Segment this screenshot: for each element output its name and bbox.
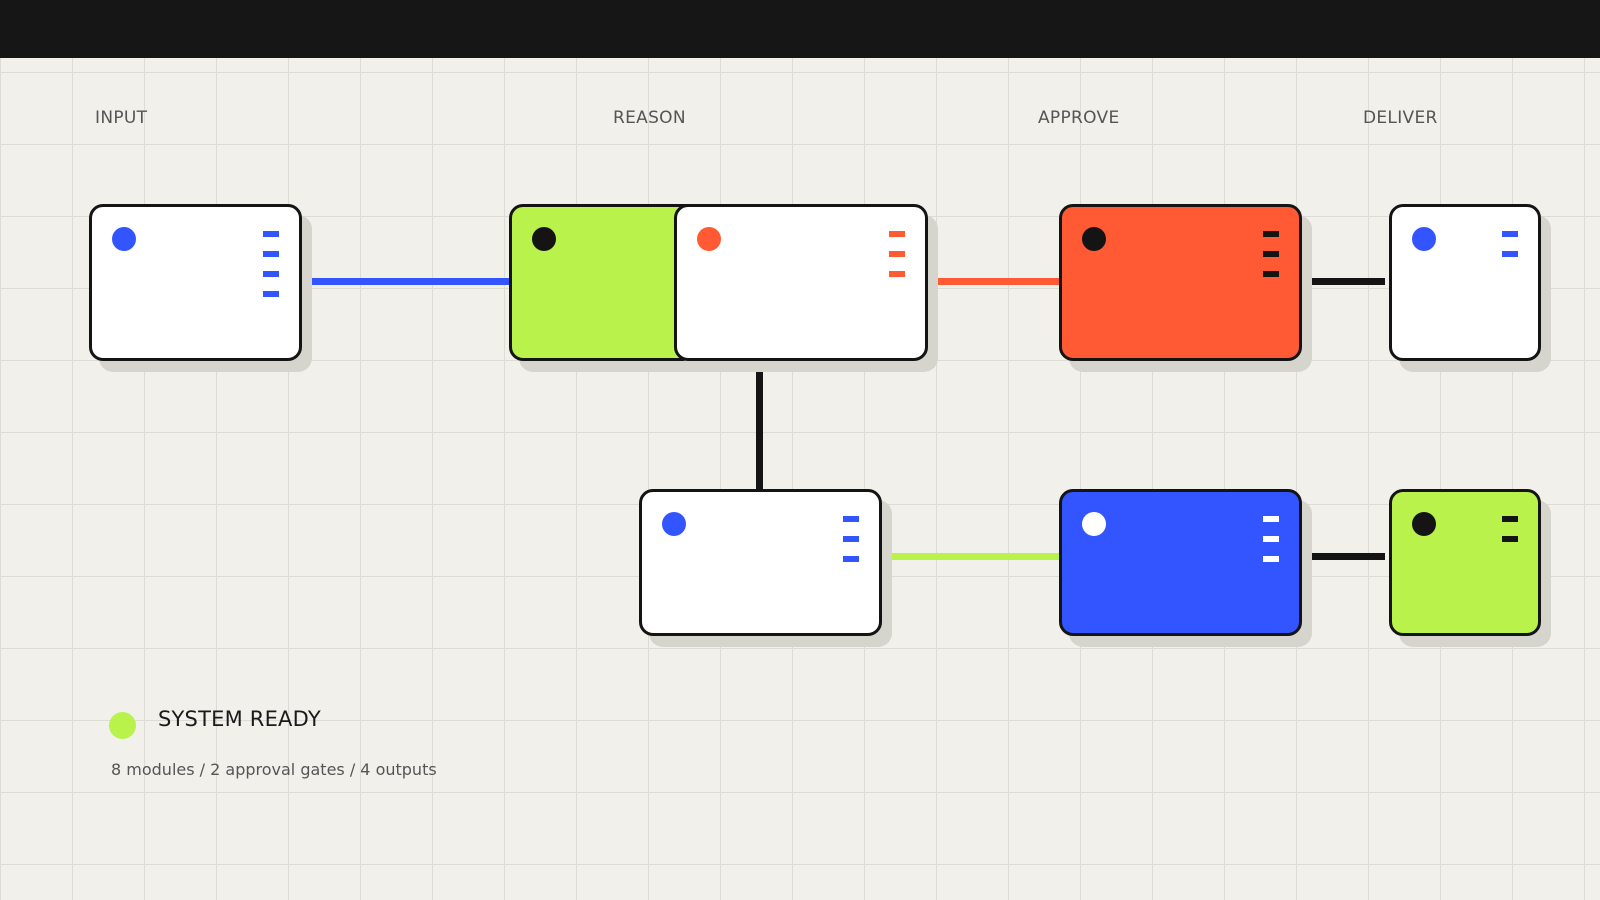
stage-label-input: INPUT [95, 108, 148, 128]
menu-bar [1263, 516, 1279, 522]
status-dot-icon [1412, 512, 1436, 536]
menu-bar [843, 556, 859, 562]
menu-bar [889, 231, 905, 237]
status-dot-icon [1082, 512, 1106, 536]
menu-bar [1502, 231, 1518, 237]
menu-bar [889, 251, 905, 257]
module-node-approve-lower[interactable] [1059, 489, 1302, 636]
module-node-reason-front[interactable] [674, 204, 928, 361]
menu-bars-icon [1263, 516, 1279, 576]
stage-label-approve: APPROVE [1038, 108, 1120, 128]
module-node-input[interactable] [89, 204, 302, 361]
menu-bars-icon [1263, 231, 1279, 291]
menu-bar [1263, 536, 1279, 542]
menu-bar [263, 231, 279, 237]
connector-lower-to-approve [885, 553, 1063, 560]
top-bar [0, 0, 1600, 58]
menu-bars-icon [263, 231, 279, 311]
status-dot-icon [1082, 227, 1106, 251]
connector-approve-lower-to-deliver [1305, 553, 1385, 560]
status-dot-icon [1412, 227, 1436, 251]
menu-bar [263, 251, 279, 257]
menu-bar [1263, 251, 1279, 257]
menu-bar [843, 536, 859, 542]
module-node-deliver-top[interactable] [1389, 204, 1541, 361]
stage-label-reason: REASON [613, 108, 686, 128]
menu-bar [1502, 251, 1518, 257]
module-node-deliver-bottom[interactable] [1389, 489, 1541, 636]
module-node-approve[interactable] [1059, 204, 1302, 361]
status-dot-icon [112, 227, 136, 251]
stage-label-deliver: DELIVER [1363, 108, 1438, 128]
status-dot-icon [697, 227, 721, 251]
status-label: SYSTEM READY [158, 707, 321, 731]
menu-bars-icon [889, 231, 905, 291]
status-dot-icon [662, 512, 686, 536]
menu-bar [1502, 516, 1518, 522]
menu-bar [1263, 231, 1279, 237]
connector-approve-to-deliver [1305, 278, 1385, 285]
menu-bar [263, 271, 279, 277]
menu-bars-icon [1502, 231, 1518, 271]
status-indicator-icon [109, 712, 136, 739]
menu-bar [263, 291, 279, 297]
status-dot-icon [532, 227, 556, 251]
status-summary: 8 modules / 2 approval gates / 4 outputs [111, 760, 437, 779]
module-node-reason-lower[interactable] [639, 489, 882, 636]
connector-reason-to-lower [756, 372, 763, 492]
menu-bars-icon [843, 516, 859, 576]
menu-bars-icon [1502, 516, 1518, 556]
menu-bar [1502, 536, 1518, 542]
menu-bar [843, 516, 859, 522]
menu-bar [1263, 556, 1279, 562]
menu-bar [889, 271, 905, 277]
connector-input-to-reason [308, 278, 516, 285]
menu-bar [1263, 271, 1279, 277]
connector-reason-to-approve [935, 278, 1063, 285]
